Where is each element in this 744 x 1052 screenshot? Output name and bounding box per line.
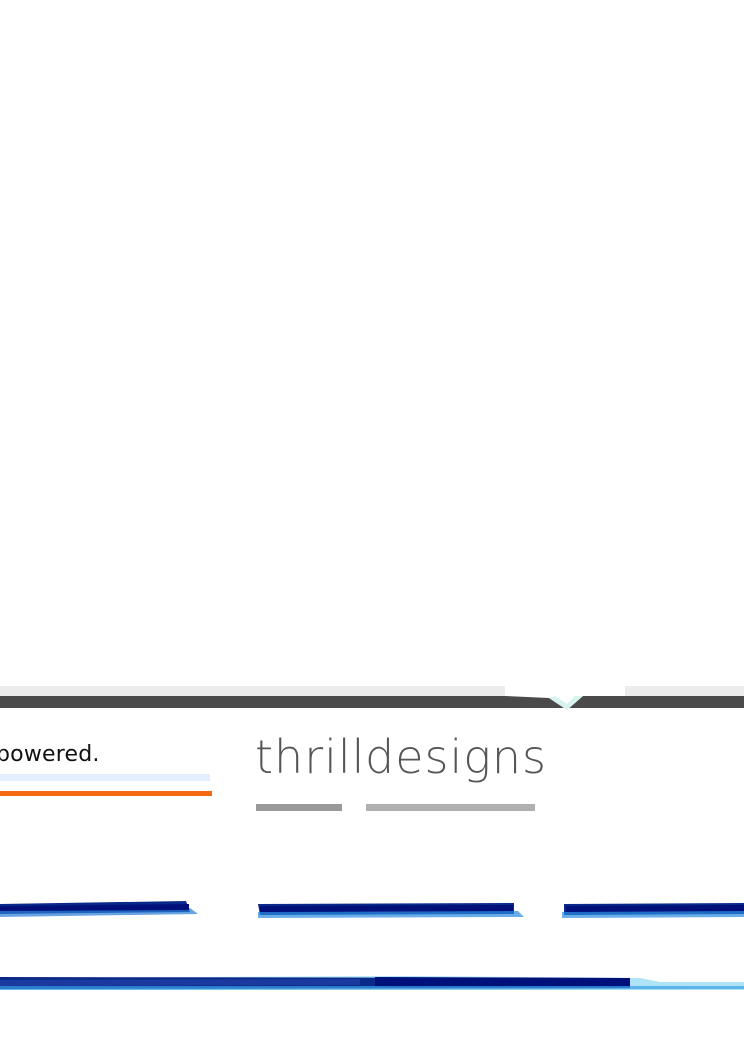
brush-stroke-3 — [562, 903, 744, 918]
tagline-orange-underline — [0, 791, 212, 796]
brand-underline-1 — [256, 804, 342, 811]
brush-stroke-2 — [258, 903, 524, 918]
tagline-highlight-bar — [0, 774, 210, 781]
brush-stroke-long — [0, 976, 744, 990]
brand-word-thrill: thrill — [255, 730, 366, 784]
brush-stroke-1 — [0, 901, 198, 917]
brand-underline-2 — [366, 804, 535, 811]
tagline-text: powered. — [0, 742, 100, 767]
notch-chevron-icon — [505, 686, 625, 710]
blank-page-area — [0, 0, 744, 686]
divider-band-dark — [0, 696, 744, 708]
divider-band-light — [0, 686, 744, 696]
brand-word-designs: designs — [365, 730, 547, 784]
